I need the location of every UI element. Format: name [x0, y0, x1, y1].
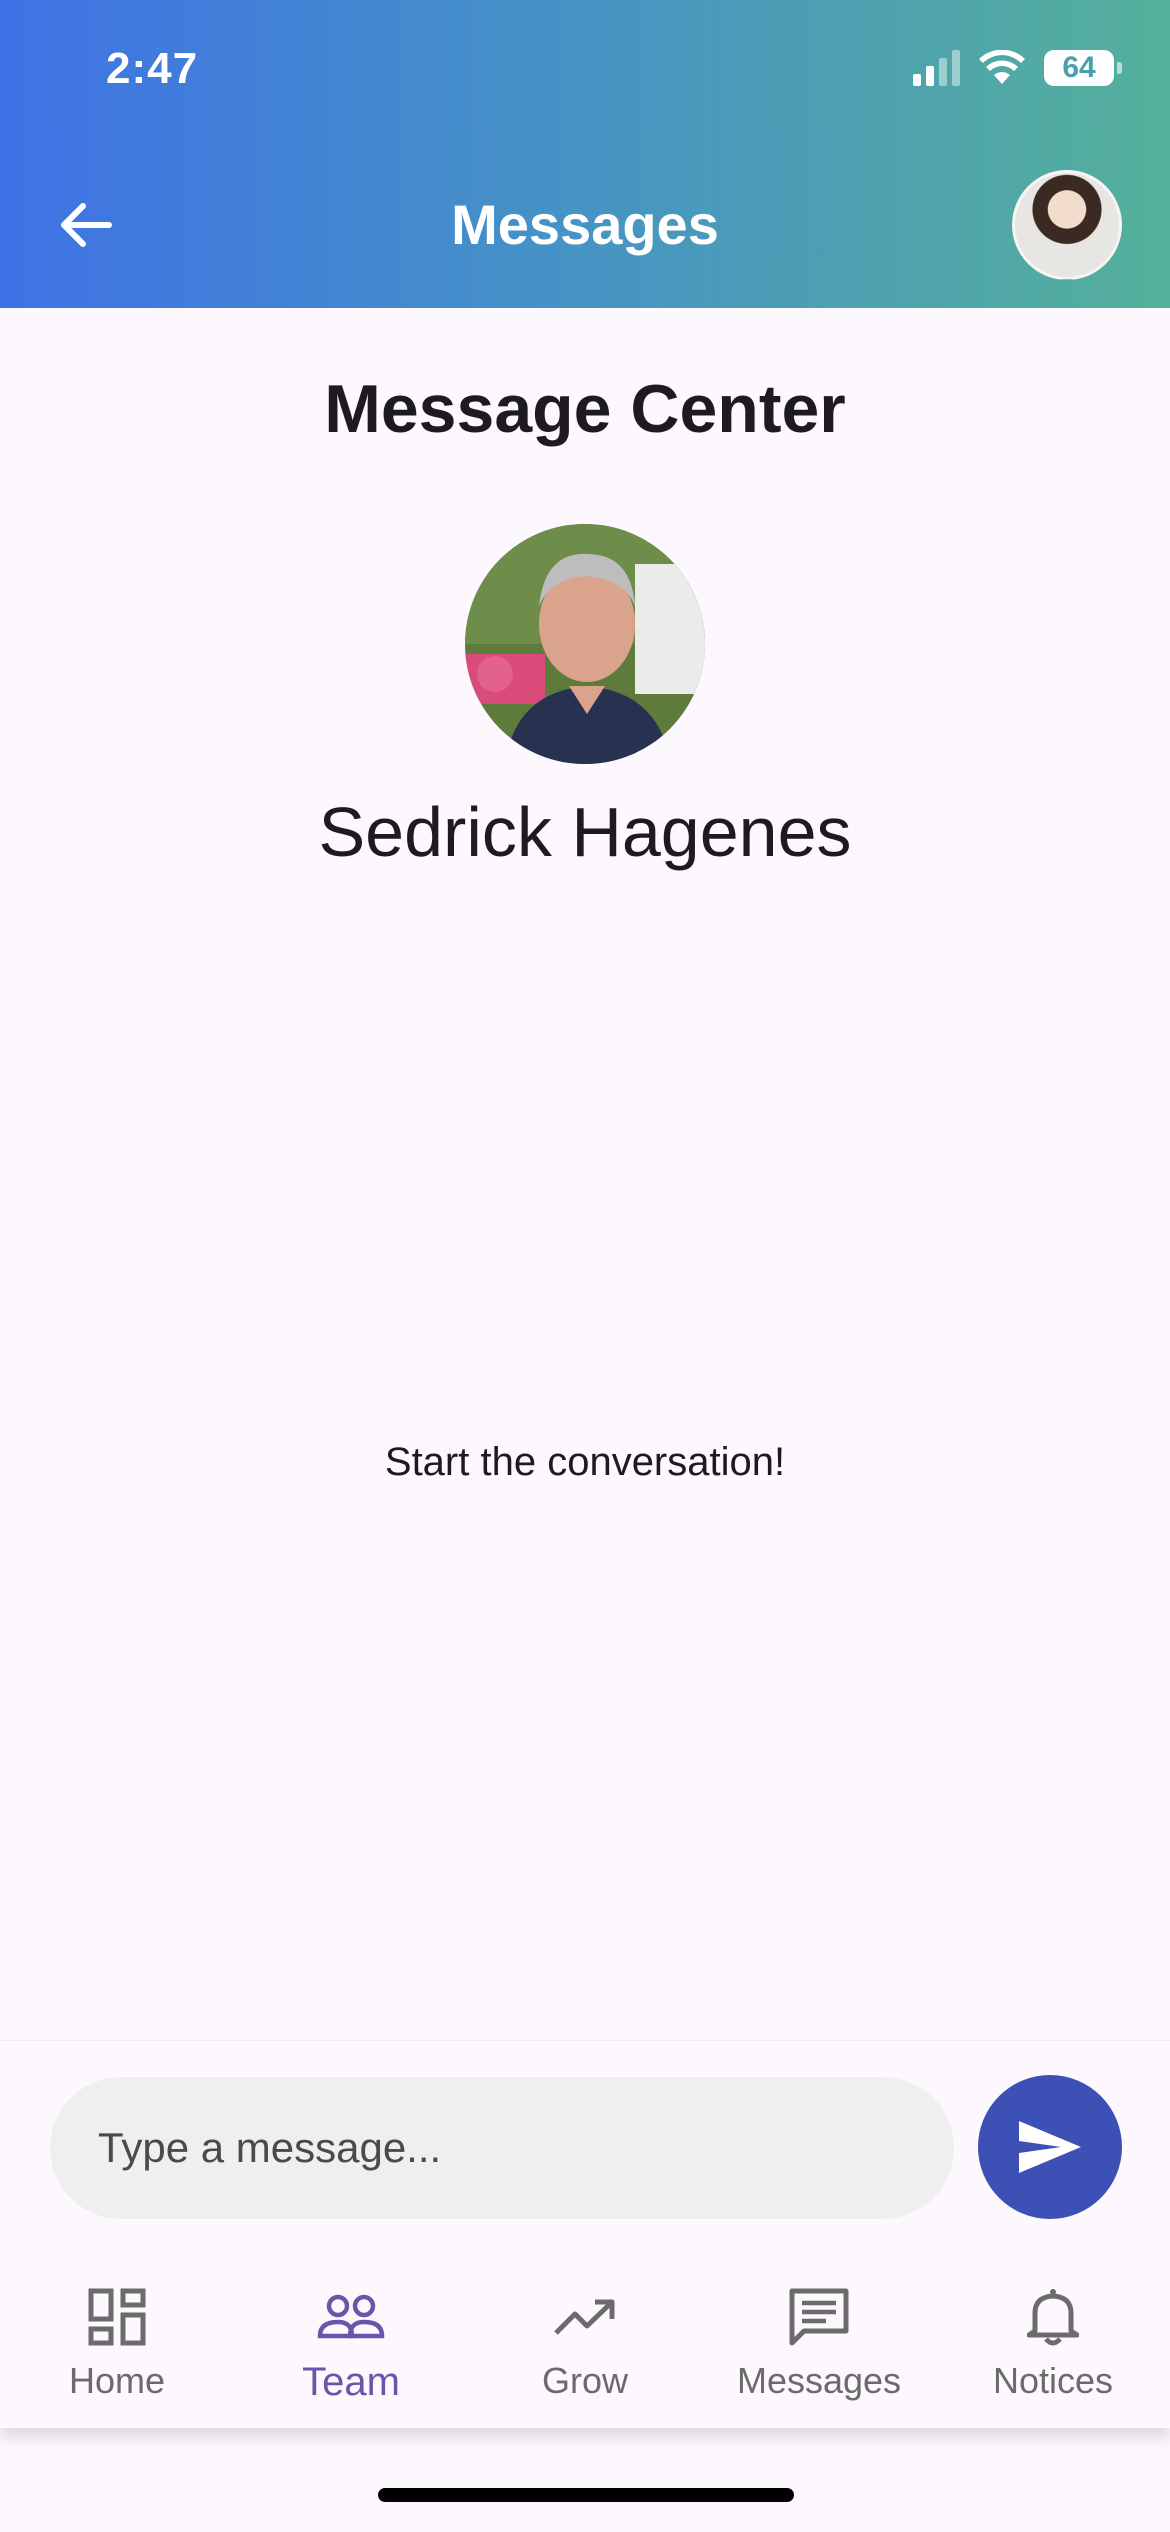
bell-icon	[1027, 2284, 1079, 2350]
nav-item-team[interactable]: Team	[234, 2256, 468, 2428]
trending-up-icon	[553, 2284, 617, 2350]
nav-label-notices: Notices	[992, 2360, 1114, 2401]
nav-item-notices[interactable]: Notices	[936, 2256, 1170, 2428]
home-indicator[interactable]	[378, 2488, 794, 2502]
nav-item-messages[interactable]: Messages	[702, 2256, 936, 2428]
message-icon	[788, 2284, 850, 2350]
empty-conversation-text: Start the conversation!	[384, 1440, 786, 1484]
people-icon	[316, 2284, 386, 2350]
contact-name: Sedrick Hagenes	[318, 793, 852, 871]
cellular-signal-icon	[913, 50, 960, 86]
dashboard-icon	[88, 2284, 146, 2350]
page-title: Messages	[451, 193, 719, 256]
nav-label-home: Home	[68, 2360, 166, 2401]
user-avatar[interactable]	[1012, 170, 1122, 280]
nav-label-team: Team	[302, 2360, 400, 2404]
send-button[interactable]	[978, 2075, 1122, 2219]
message-center-title: Message Center	[324, 371, 846, 447]
message-composer	[0, 2040, 1170, 2256]
app-header: 2:47 64 Messages	[0, 0, 1170, 308]
nav-label-messages: Messages	[736, 2360, 902, 2401]
messages-screen: 2:47 64 Messages Message Center Sedrick …	[0, 0, 1170, 2532]
status-icons: 64	[913, 50, 1122, 86]
bottom-navigation: Home Team Grow Messages Notices	[0, 2256, 1170, 2428]
battery-icon: 64	[1044, 50, 1122, 86]
send-icon	[1019, 2121, 1081, 2173]
contact-avatar	[465, 524, 705, 764]
nav-item-grow[interactable]: Grow	[468, 2256, 702, 2428]
status-time: 2:47	[106, 44, 199, 93]
nav-item-home[interactable]: Home	[0, 2256, 234, 2428]
wifi-icon	[979, 50, 1025, 84]
nav-label-grow: Grow	[541, 2360, 628, 2401]
message-input[interactable]	[50, 2077, 954, 2219]
